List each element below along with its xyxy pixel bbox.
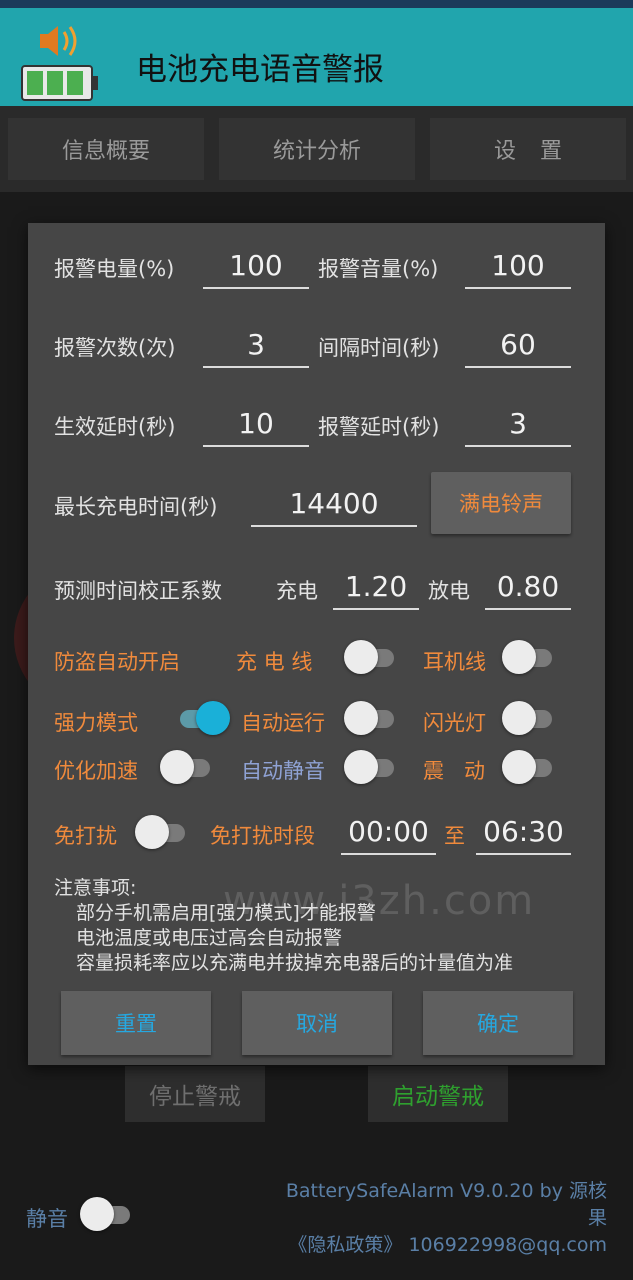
- earphone-toggle[interactable]: [502, 639, 558, 675]
- earphone-label: 耳机线: [423, 650, 486, 674]
- version-info: BatterySafeAlarm V9.0.20 by 源核 果 《隐私政策》 …: [250, 1178, 607, 1259]
- dnd-toggle[interactable]: [135, 814, 191, 850]
- optimize-label: 优化加速: [54, 759, 138, 783]
- flashlight-label: 闪光灯: [423, 711, 486, 735]
- dnd-period-label: 免打扰时段: [210, 824, 315, 848]
- auto-mute-label: 自动静音: [241, 759, 325, 783]
- privacy-line[interactable]: 《隐私政策》 106922998@qq.com: [250, 1232, 607, 1259]
- settings-dialog: 报警电量(%) 100 报警音量(%) 100 报警次数(次) 3 间隔时间(秒…: [28, 223, 605, 1065]
- start-guard-button[interactable]: 启动警戒: [368, 1066, 508, 1122]
- full-ringtone-button[interactable]: 满电铃声: [431, 472, 571, 534]
- strong-mode-toggle[interactable]: [174, 700, 230, 736]
- alarm-level-input[interactable]: 100: [203, 245, 309, 289]
- tab-statistics[interactable]: 统计分析: [219, 118, 415, 180]
- predict-label: 预测时间校正系数: [54, 579, 222, 603]
- dnd-to-label: 至: [444, 824, 465, 848]
- tab-overview[interactable]: 信息概要: [8, 118, 204, 180]
- strong-mode-label: 强力模式: [54, 711, 138, 735]
- auto-run-toggle[interactable]: [344, 700, 400, 736]
- dnd-end-input[interactable]: 06:30: [476, 811, 571, 855]
- confirm-button[interactable]: 确定: [423, 991, 573, 1055]
- effect-delay-input[interactable]: 10: [203, 403, 309, 447]
- max-charge-label: 最长充电时间(秒): [54, 495, 218, 519]
- alarm-delay-input[interactable]: 3: [465, 403, 571, 447]
- vibrate-label: 震 动: [423, 759, 486, 783]
- alarm-volume-label: 报警音量(%): [318, 257, 439, 281]
- stop-guard-button[interactable]: 停止警戒: [125, 1066, 265, 1122]
- antitheft-label: 防盗自动开启: [54, 650, 180, 674]
- effect-delay-label: 生效延时(秒): [54, 415, 176, 439]
- alarm-level-label: 报警电量(%): [54, 257, 175, 281]
- interval-input[interactable]: 60: [465, 324, 571, 368]
- note-item: 容量损耗率应以充满电并拔掉充电器后的计量值为准: [76, 952, 514, 974]
- mute-label: 静音: [26, 1207, 68, 1231]
- auto-run-label: 自动运行: [241, 711, 325, 735]
- discharge-coef-input[interactable]: 0.80: [485, 566, 571, 610]
- alarm-volume-input[interactable]: 100: [465, 245, 571, 289]
- version-line-cont: 果: [587, 1207, 607, 1229]
- charge-coef-input[interactable]: 1.20: [333, 566, 419, 610]
- vibrate-toggle[interactable]: [502, 749, 558, 785]
- dnd-label: 免打扰: [54, 824, 117, 848]
- app-bar: 电池充电语音警报: [0, 8, 633, 106]
- discharge-coef-label: 放电: [428, 579, 470, 603]
- charge-coef-label: 充电: [276, 579, 318, 603]
- note-item: 部分手机需启用[强力模式]才能报警: [76, 902, 376, 924]
- tab-settings[interactable]: 设置: [430, 118, 626, 180]
- reset-button[interactable]: 重置: [61, 991, 211, 1055]
- charge-cable-toggle[interactable]: [344, 639, 400, 675]
- tab-bar: 信息概要 统计分析 设置: [0, 106, 633, 192]
- version-line: BatterySafeAlarm V9.0.20 by 源核: [285, 1180, 607, 1202]
- auto-mute-toggle[interactable]: [344, 749, 400, 785]
- charge-cable-label: 充 电 线: [236, 650, 313, 674]
- note-item: 电池温度或电压过高会自动报警: [76, 927, 343, 949]
- mute-toggle[interactable]: [80, 1196, 136, 1232]
- notes-title: 注意事项:: [54, 877, 137, 899]
- alarm-count-label: 报警次数(次): [54, 336, 176, 360]
- alarm-delay-label: 报警延时(秒): [318, 415, 440, 439]
- interval-label: 间隔时间(秒): [318, 336, 440, 360]
- max-charge-input[interactable]: 14400: [251, 483, 417, 527]
- status-bar: [0, 0, 633, 8]
- cancel-button[interactable]: 取消: [242, 991, 392, 1055]
- flashlight-toggle[interactable]: [502, 700, 558, 736]
- app-title: 电池充电语音警报: [136, 52, 384, 88]
- speaker-battery-icon: [21, 26, 98, 101]
- dnd-start-input[interactable]: 00:00: [341, 811, 436, 855]
- alarm-count-input[interactable]: 3: [203, 324, 309, 368]
- optimize-toggle[interactable]: [160, 749, 216, 785]
